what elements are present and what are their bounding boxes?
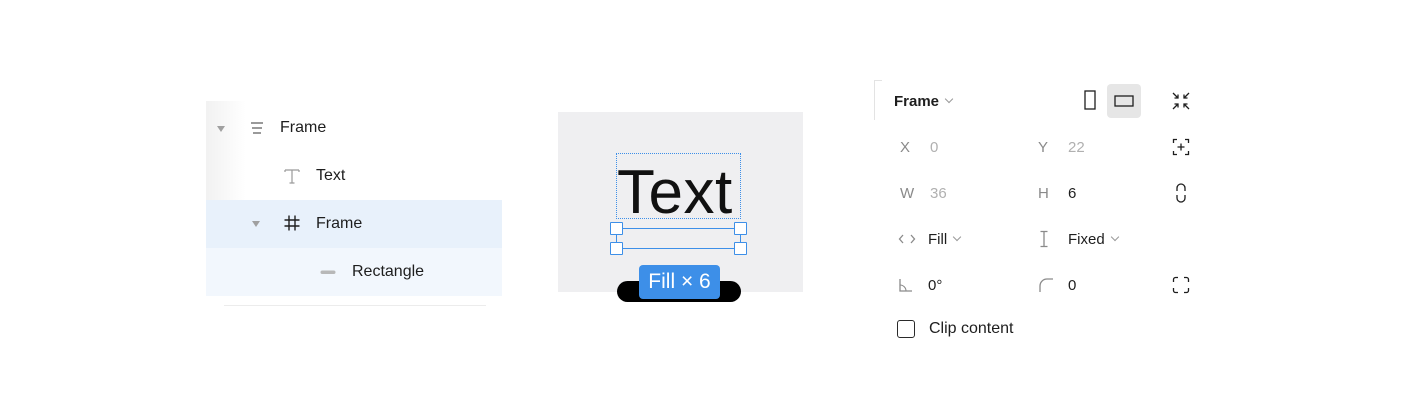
layer-row-text[interactable]: Text (206, 152, 502, 200)
clip-content-label: Clip content (929, 320, 1014, 337)
frame-hash-icon (282, 213, 302, 233)
frame-type-dropdown[interactable]: Frame (894, 90, 954, 112)
resize-handle-top-right[interactable] (734, 222, 747, 235)
w-value: 36 (930, 184, 947, 202)
chevron-down-icon (1110, 232, 1119, 242)
panel-edge (874, 80, 882, 81)
resize-handle-bottom-right[interactable] (734, 242, 747, 255)
landscape-icon (1114, 95, 1134, 107)
layers-divider (224, 305, 486, 306)
width-mode-value: Fill (928, 230, 948, 248)
text-bounds-outline (616, 153, 741, 219)
resize-handle-bottom-left[interactable] (610, 242, 623, 255)
y-value: 22 (1068, 138, 1085, 156)
portrait-icon (1084, 90, 1096, 110)
y-label: Y (1038, 138, 1049, 156)
rotation-field[interactable]: 0° (898, 274, 942, 296)
x-value: 0 (930, 138, 939, 156)
panel-edge (874, 80, 875, 120)
size-badge: Fill × 6 (639, 265, 720, 299)
selection-box[interactable] (616, 228, 741, 249)
resize-handle-top-left[interactable] (610, 222, 623, 235)
x-field[interactable]: X 0 (900, 136, 938, 158)
layer-row-frame-selected[interactable]: Frame (206, 200, 502, 248)
rotation-value: 0° (928, 276, 943, 294)
corner-radius-value: 0 (1068, 276, 1077, 294)
clip-content-checkbox[interactable] (897, 320, 915, 338)
rectangle-line-icon (318, 262, 338, 282)
crosshair-frame-icon (1172, 138, 1190, 156)
layer-name: Frame (280, 119, 327, 136)
layer-row-frame-root[interactable]: Frame (206, 104, 502, 152)
resize-to-fit-button[interactable] (1170, 90, 1192, 112)
link-icon (1176, 183, 1186, 203)
height-resizing-dropdown[interactable]: Fixed (1038, 228, 1119, 250)
properties-panel: Frame X 0 Y 22 W 36 H 6 Fill Fixed 0° 0 … (874, 80, 1204, 360)
y-field[interactable]: Y 22 (1038, 136, 1085, 158)
frame-type-label: Frame (894, 92, 940, 110)
width-resizing-dropdown[interactable]: Fill (898, 228, 962, 250)
h-field[interactable]: H 6 (1038, 182, 1076, 204)
layer-name: Rectangle (352, 263, 425, 280)
rotation-icon (898, 277, 928, 293)
height-mode-value: Fixed (1068, 230, 1105, 248)
h-value: 6 (1068, 184, 1077, 202)
constrain-proportions-button[interactable] (1170, 182, 1192, 204)
h-label: H (1038, 184, 1049, 202)
corner-radius-icon (1038, 277, 1068, 293)
chevron-down-icon (944, 94, 954, 104)
landscape-orientation-button[interactable] (1107, 84, 1141, 118)
horizontal-resize-icon (898, 233, 928, 245)
layer-name: Frame (316, 215, 363, 232)
caret-down-icon[interactable] (252, 221, 260, 227)
layer-name: Text (316, 167, 346, 184)
corner-radius-field[interactable]: 0 (1038, 274, 1076, 296)
text-icon (282, 166, 302, 186)
layer-row-rectangle[interactable]: Rectangle (206, 248, 502, 296)
vertical-resize-icon (1038, 230, 1068, 248)
position-align-button[interactable] (1170, 136, 1192, 158)
vertical-auto-layout-icon (247, 118, 267, 138)
w-label: W (900, 184, 915, 202)
w-field[interactable]: W 36 (900, 182, 947, 204)
x-label: X (900, 138, 911, 156)
chevron-down-icon (952, 232, 962, 242)
independent-corners-icon (1172, 276, 1190, 294)
collapse-arrows-icon (1172, 92, 1190, 110)
caret-down-icon[interactable] (217, 126, 225, 132)
clip-content-toggle[interactable]: Clip content (897, 320, 1014, 338)
portrait-orientation-button[interactable] (1080, 86, 1100, 114)
layers-panel: Frame Text Frame Rectangle (206, 101, 502, 306)
independent-corners-button[interactable] (1170, 274, 1192, 296)
